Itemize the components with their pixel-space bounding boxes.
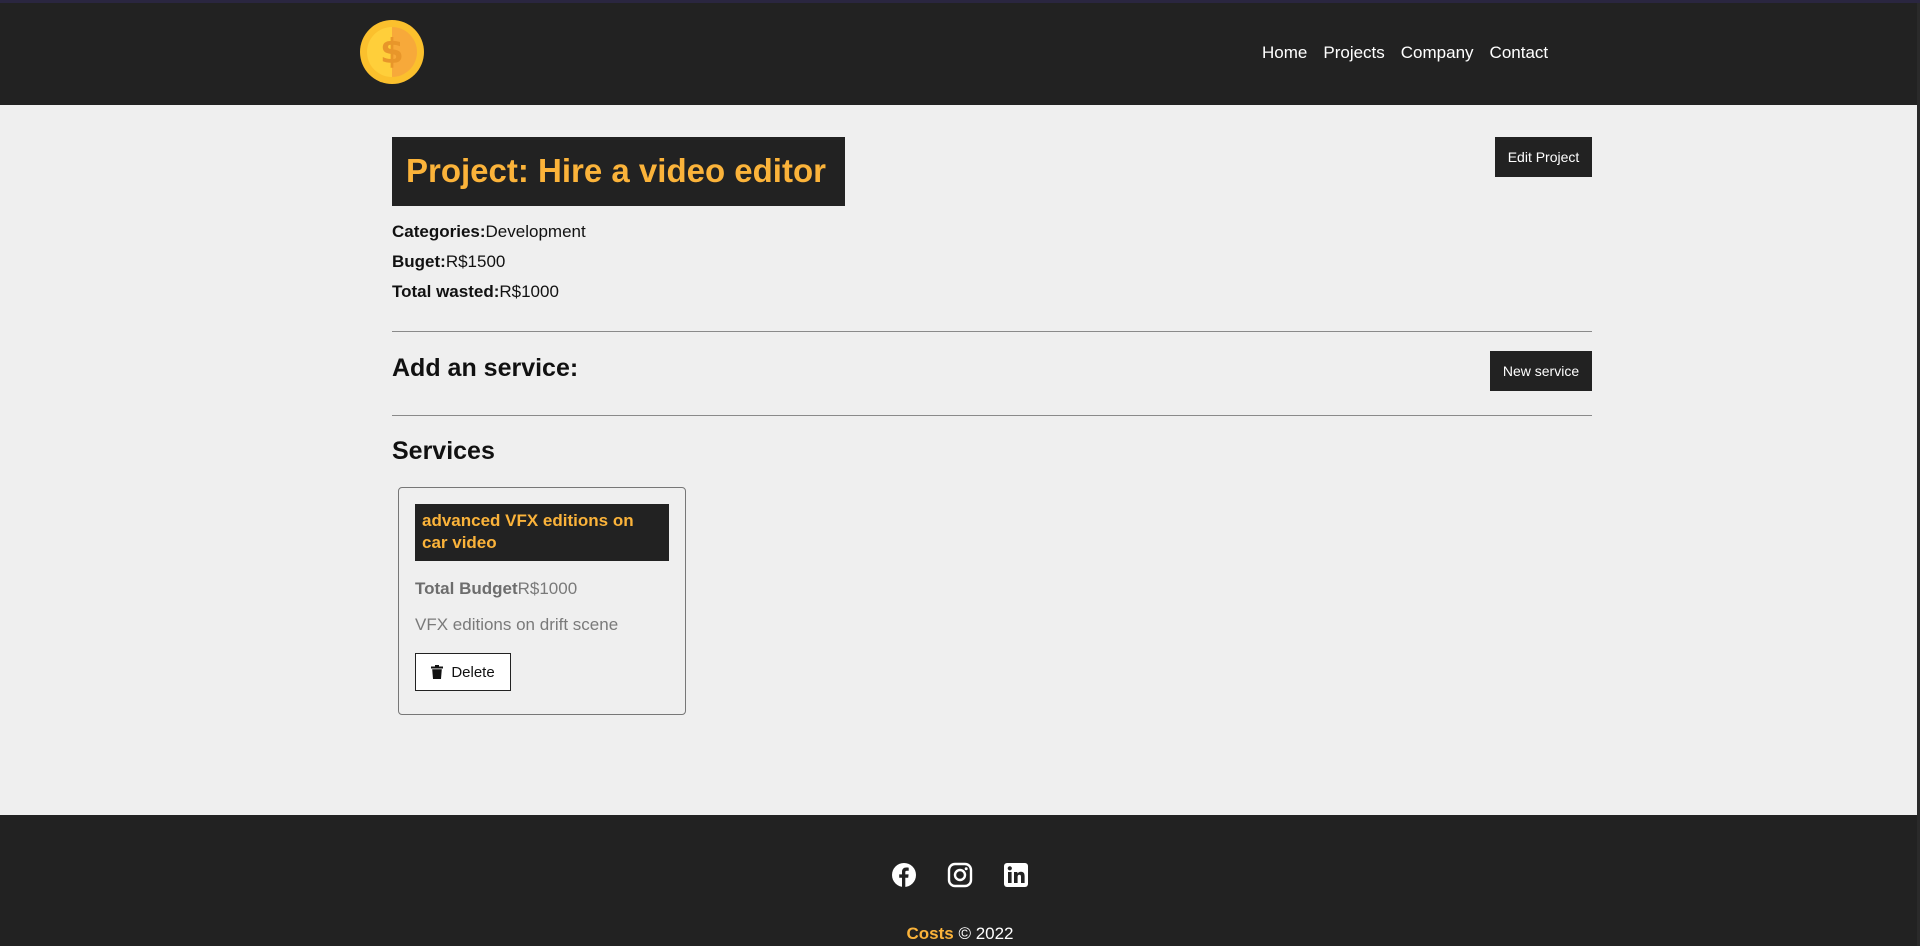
project-info: Categories:Development Buget:R$1500 Tota… xyxy=(392,221,586,311)
nav-link-company[interactable]: Company xyxy=(1401,43,1474,63)
budget-value: R$1500 xyxy=(445,252,506,271)
services-title: Services xyxy=(392,437,495,465)
budget-label: Buget: xyxy=(392,252,446,271)
divider xyxy=(392,415,1592,416)
wasted-label: Total wasted: xyxy=(392,282,500,301)
project-budget: Buget:R$1500 xyxy=(392,251,586,281)
page: $ Home Projects Company Contact Project:… xyxy=(0,0,1920,946)
footer: Costs © 2022 xyxy=(0,815,1920,946)
wasted-value: R$1000 xyxy=(499,282,559,301)
instagram-icon[interactable] xyxy=(947,862,973,888)
project-title-box: Project: Hire a video editor xyxy=(392,137,845,206)
logo-symbol: $ xyxy=(380,32,404,72)
project-categories: Categories:Development xyxy=(392,221,586,251)
delete-service-button[interactable]: Delete xyxy=(415,653,511,691)
project-title: Project: Hire a video editor xyxy=(406,152,826,189)
service-card: advanced VFX editions on car video Total… xyxy=(398,487,686,715)
navbar: $ Home Projects Company Contact xyxy=(0,3,1920,105)
dollar-coin-icon: $ xyxy=(367,27,417,77)
nav-link-contact[interactable]: Contact xyxy=(1490,43,1549,63)
new-service-button[interactable]: New service xyxy=(1490,351,1592,391)
edit-project-button[interactable]: Edit Project xyxy=(1495,137,1592,177)
delete-label: Delete xyxy=(451,663,495,681)
add-service-title: Add an service: xyxy=(392,354,579,382)
project-wasted: Total wasted:R$1000 xyxy=(392,281,586,311)
service-budget: Total BudgetR$1000 xyxy=(415,579,669,599)
footer-brand: Costs xyxy=(906,924,954,943)
service-budget-label: Total Budget xyxy=(415,579,518,598)
logo[interactable]: $ xyxy=(360,20,424,84)
nav-link-home[interactable]: Home xyxy=(1262,43,1307,63)
categories-label: Categories: xyxy=(392,222,486,241)
nav-links: Home Projects Company Contact xyxy=(1262,43,1564,63)
divider xyxy=(392,331,1592,332)
trash-icon xyxy=(431,665,444,679)
nav-link-projects[interactable]: Projects xyxy=(1323,43,1384,63)
copyright-text: © 2022 xyxy=(953,924,1014,943)
service-budget-value: R$1000 xyxy=(517,579,578,598)
categories-value: Development xyxy=(485,222,586,241)
linkedin-icon[interactable] xyxy=(1003,862,1029,888)
social-links xyxy=(891,862,1029,888)
facebook-icon[interactable] xyxy=(891,862,917,888)
copyright: Costs © 2022 xyxy=(0,924,1920,944)
service-description: VFX editions on drift scene xyxy=(415,615,619,634)
service-name: advanced VFX editions on car video xyxy=(415,504,669,561)
